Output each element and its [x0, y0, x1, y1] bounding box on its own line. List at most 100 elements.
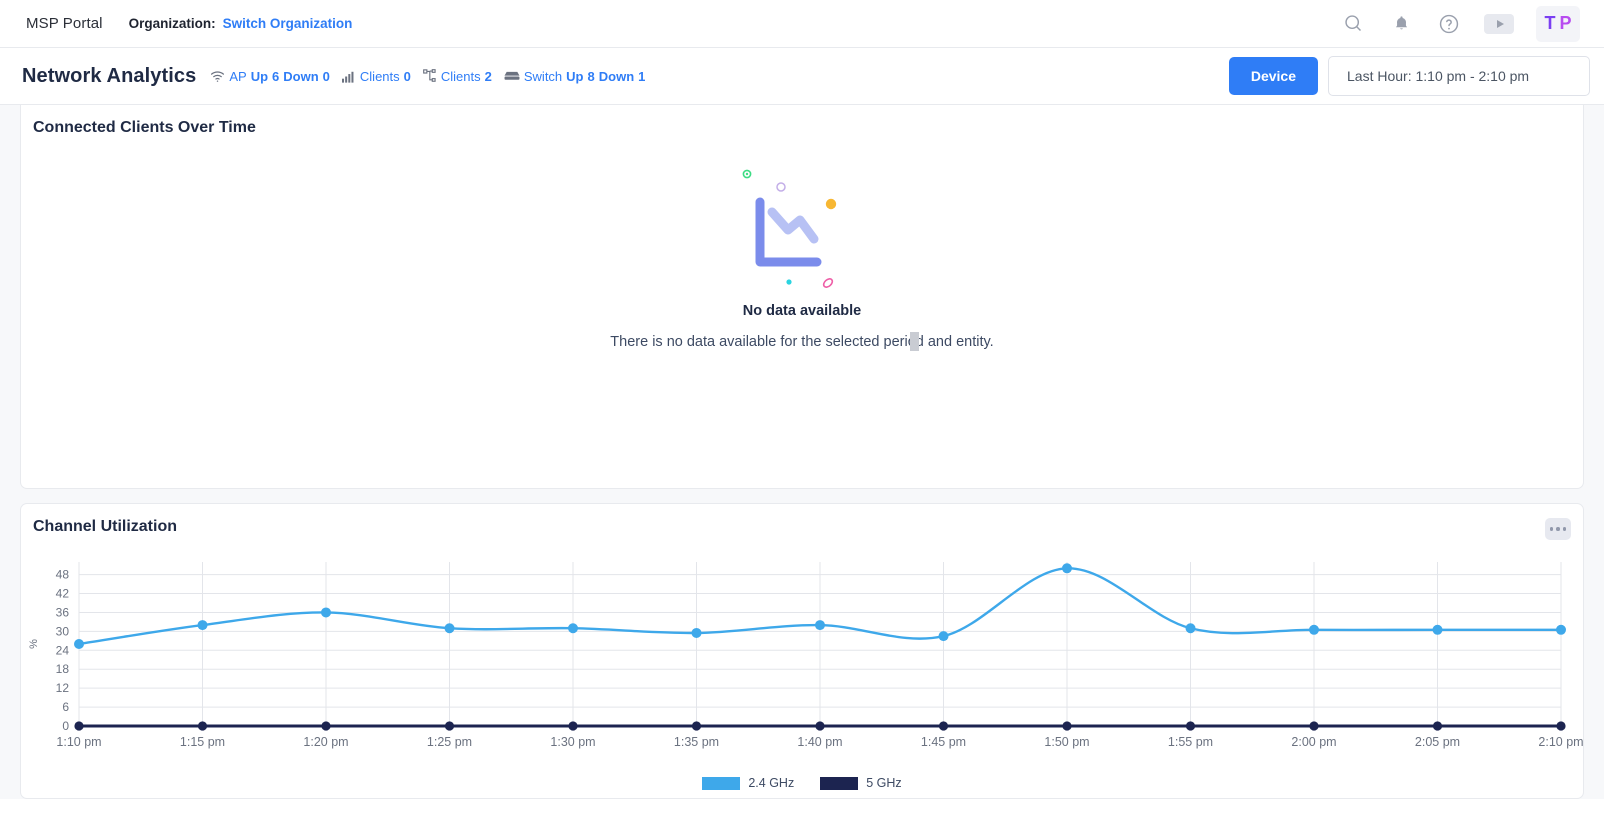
data-point — [568, 721, 578, 731]
empty-state-subtitle: There is no data available for the selec… — [610, 332, 994, 351]
status-switch-label: Switch — [523, 68, 563, 84]
data-point — [321, 721, 331, 731]
x-axis-tick: 1:15 pm — [180, 735, 225, 749]
y-axis-tick: 24 — [56, 643, 70, 657]
status-ap-down-value: 0 — [322, 68, 330, 84]
status-switch[interactable]: Switch Up 8 Down 1 — [504, 68, 646, 84]
status-switch-down-value: 1 — [638, 68, 646, 84]
x-axis-tick: 1:40 pm — [797, 735, 842, 749]
x-axis-tick: 1:30 pm — [550, 735, 595, 749]
y-axis-tick: 36 — [56, 605, 70, 619]
empty-state-subtitle-text: There is no data available for the selec… — [610, 334, 994, 350]
y-axis-label: % — [28, 639, 40, 649]
data-point — [938, 721, 949, 731]
device-status-summary: AP Up 6 Down 0 Clients 0 Clients 2 Switc… — [210, 69, 645, 84]
switch-icon — [504, 70, 520, 82]
y-axis-tick: 6 — [62, 700, 69, 714]
video-play-icon[interactable] — [1484, 13, 1514, 34]
x-axis-tick: 1:50 pm — [1044, 735, 1089, 749]
status-wired-clients-label: Clients — [440, 68, 481, 84]
help-circle-icon[interactable] — [1436, 11, 1462, 37]
chart-svg: 0 6 12 18 24 30 36 42 48 1:10 pm 1:15 pm 1:20 pm 1:2… — [28, 562, 1584, 749]
y-axis-tick: 12 — [56, 681, 70, 695]
data-point — [1432, 624, 1443, 635]
data-point — [1062, 563, 1072, 574]
connected-clients-title: Connected Clients Over Time — [33, 119, 256, 136]
status-wireless-clients-label: Clients — [359, 68, 400, 84]
play-triangle-icon — [1496, 19, 1504, 28]
legend-swatch-5ghz — [820, 776, 859, 790]
empty-state: No data available There is no data avail… — [21, 167, 1583, 351]
status-wireless-clients-value: 0 — [403, 68, 411, 84]
x-axis-tick: 1:35 pm — [674, 735, 719, 749]
status-wired-clients[interactable]: Clients 2 — [423, 69, 492, 84]
topbar-actions: T P — [1340, 5, 1590, 42]
legend-label-5ghz: 5 GHz — [866, 776, 902, 790]
avatar-initial-1: T — [1544, 13, 1556, 33]
data-point — [815, 721, 825, 731]
data-point — [444, 623, 455, 634]
date-range-picker[interactable]: Last Hour: 1:10 pm - 2:10 pm — [1328, 56, 1590, 96]
switch-organization-link[interactable]: Switch Organization — [223, 16, 353, 31]
data-point — [74, 721, 84, 731]
data-point — [691, 627, 702, 638]
device-button[interactable]: Device — [1228, 57, 1318, 95]
y-axis-tick: 48 — [56, 568, 70, 582]
channel-utilization-card: Channel Utilization 0 6 12 18 24 30 36 42 48 1:10… — [20, 503, 1584, 799]
data-point — [691, 721, 702, 731]
no-data-illustration-icon — [742, 167, 862, 297]
data-point — [815, 620, 825, 631]
data-point — [197, 620, 208, 631]
chart-legend: 2.4 GHz 5 GHz — [21, 776, 1583, 790]
data-point — [74, 639, 84, 649]
search-icon[interactable] — [1340, 11, 1366, 37]
avatar[interactable]: T P — [1536, 5, 1580, 42]
status-ap[interactable]: AP Up 6 Down 0 — [210, 69, 330, 84]
channel-utilization-chart: 0 6 12 18 24 30 36 42 48 1:10 pm 1:15 pm 1:20 pm 1:2… — [21, 544, 1584, 774]
network-nodes-icon — [423, 69, 437, 83]
kebab-menu-icon[interactable] — [1545, 518, 1571, 540]
legend-item-5ghz[interactable]: 5 GHz — [820, 776, 902, 790]
connected-clients-card: Connected Clients Over Time No data avai… — [20, 105, 1584, 489]
data-point — [1062, 721, 1072, 731]
data-point — [568, 623, 578, 634]
data-point — [1309, 721, 1319, 731]
x-axis-tick: 2:10 pm — [1538, 735, 1583, 749]
x-axis-tick: 1:20 pm — [303, 735, 348, 749]
legend-label-24ghz: 2.4 GHz — [748, 776, 795, 790]
main-content: Connected Clients Over Time No data avai… — [0, 105, 1604, 799]
page-header: Network Analytics AP Up 6 Down 0 Clients… — [0, 48, 1604, 105]
data-point — [1556, 624, 1566, 635]
x-axis-tick: 1:25 pm — [427, 735, 472, 749]
status-ap-up-value: 6 — [272, 68, 280, 84]
status-wireless-clients[interactable]: Clients 0 — [341, 68, 411, 84]
y-axis-tick: 42 — [56, 587, 70, 601]
x-axis-tick: 1:55 pm — [1168, 735, 1213, 749]
status-ap-label: AP — [229, 68, 247, 84]
status-switch-up-name: Up — [566, 68, 584, 84]
top-navigation-bar: MSP Portal Organization: Switch Organiza… — [0, 0, 1604, 48]
status-switch-up-value: 8 — [587, 68, 595, 84]
x-axis-tick: 1:45 pm — [921, 735, 966, 749]
status-ap-down-name: Down — [283, 68, 319, 84]
bell-icon[interactable] — [1388, 11, 1414, 37]
y-axis-tick: 18 — [56, 662, 70, 676]
status-wired-clients-value: 2 — [484, 68, 492, 84]
legend-item-24ghz[interactable]: 2.4 GHz — [702, 776, 794, 790]
x-axis-tick: 2:05 pm — [1415, 735, 1460, 749]
app-brand: MSP Portal — [26, 15, 103, 32]
avatar-initial-2: P — [1559, 13, 1572, 33]
signal-bars-icon — [341, 70, 356, 83]
x-axis-tick: 1:10 pm — [56, 735, 101, 749]
empty-state-title: No data available — [742, 303, 862, 319]
data-point — [1309, 624, 1319, 635]
legend-swatch-24ghz — [702, 776, 741, 790]
data-point — [938, 631, 949, 642]
data-point — [321, 607, 331, 618]
header-actions: Device Last Hour: 1:10 pm - 2:10 pm — [1228, 56, 1590, 96]
organization-block: Organization: Switch Organization — [129, 16, 353, 31]
data-point — [197, 721, 208, 731]
data-point — [444, 721, 455, 731]
data-point — [1185, 623, 1196, 634]
data-point — [1185, 721, 1196, 731]
